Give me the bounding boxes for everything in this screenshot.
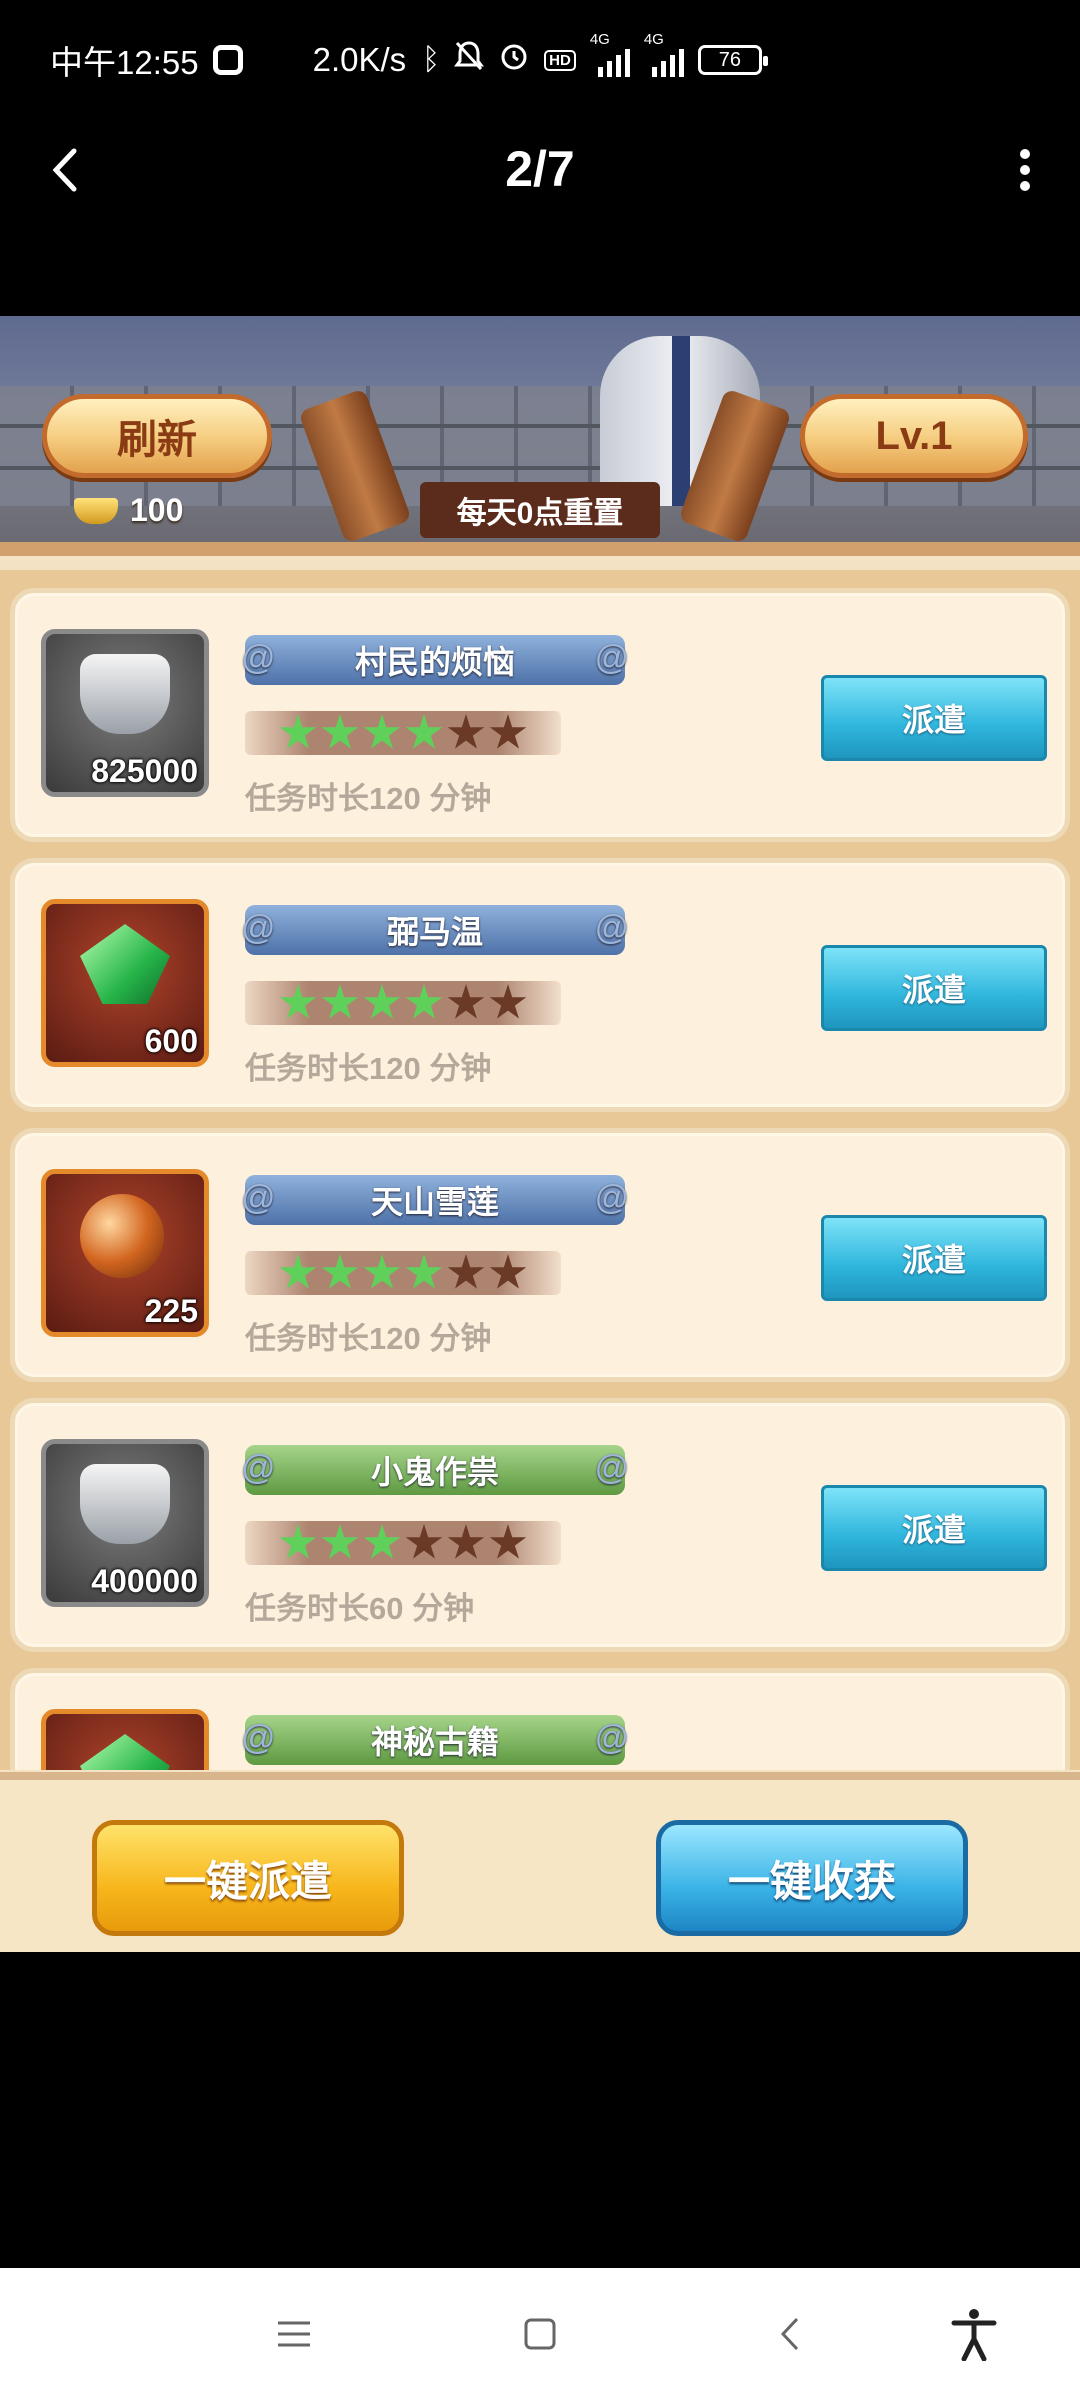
menu-button[interactable] bbox=[264, 2304, 324, 2364]
task-list[interactable]: 825000村民的烦恼任务时长120 分钟派遣600弼马温任务时长120 分钟派… bbox=[0, 570, 1080, 1770]
orb-icon bbox=[80, 1194, 164, 1278]
home-button[interactable] bbox=[510, 2304, 570, 2364]
star-icon bbox=[447, 714, 485, 749]
signal-icon-2: 4G bbox=[644, 31, 684, 77]
task-card: 825000 村民的烦恼任务时长120 分钟 派遣 bbox=[10, 588, 1070, 842]
star-icon bbox=[321, 984, 359, 1019]
star-icon bbox=[447, 1254, 485, 1289]
task-title: 弼马温 bbox=[241, 905, 629, 955]
more-options-button[interactable] bbox=[1000, 145, 1050, 195]
reward-count: 400000 bbox=[91, 1563, 198, 1599]
gold-amount: 100 bbox=[130, 492, 184, 528]
menu-icon bbox=[278, 2321, 310, 2347]
star-icon bbox=[447, 984, 485, 1019]
difficulty-stars bbox=[245, 981, 561, 1025]
task-card: 225 天山雪莲任务时长120 分钟 派遣 bbox=[10, 1128, 1070, 1382]
reward-item[interactable]: 600 bbox=[41, 899, 209, 1067]
reset-notice: 每天0点重置 bbox=[420, 482, 660, 538]
difficulty-stars bbox=[245, 711, 561, 755]
home-square-icon bbox=[524, 2318, 556, 2350]
star-icon bbox=[405, 714, 443, 749]
reward-item[interactable] bbox=[41, 1709, 209, 1770]
status-time: 中午12:55 bbox=[50, 44, 199, 81]
status-icons: ᛒ HD 4G 4G 76 bbox=[422, 31, 768, 80]
star-icon bbox=[489, 1254, 527, 1289]
task-card: 神秘古籍 bbox=[10, 1668, 1070, 1770]
jade-gem-icon bbox=[80, 1734, 170, 1770]
system-nav-bar bbox=[0, 2268, 1080, 2400]
nav-back-button[interactable] bbox=[760, 2304, 820, 2364]
gold-ingot-icon bbox=[74, 497, 118, 524]
reward-count: 825000 bbox=[91, 753, 198, 789]
reward-item[interactable]: 825000 bbox=[41, 629, 209, 797]
star-icon bbox=[363, 1524, 401, 1559]
task-title: 神秘古籍 bbox=[241, 1715, 629, 1765]
task-title: 天山雪莲 bbox=[241, 1175, 629, 1225]
level-button[interactable]: Lv.1 bbox=[800, 394, 1028, 478]
task-duration: 任务时长120 分钟 bbox=[245, 1051, 492, 1086]
task-card: 400000 小鬼作祟任务时长60 分钟 派遣 bbox=[10, 1398, 1070, 1652]
bottom-action-bar: 一键派遣 一键收获 bbox=[0, 1772, 1080, 1952]
collect-all-button[interactable]: 一键收获 bbox=[656, 1820, 968, 1936]
star-icon bbox=[279, 1524, 317, 1559]
bluetooth-icon: ᛒ bbox=[422, 43, 441, 76]
accessibility-icon bbox=[951, 2309, 997, 2361]
signal-icon: 4G bbox=[590, 31, 630, 77]
jade-gem-icon bbox=[80, 924, 170, 1004]
reward-count: 600 bbox=[144, 1023, 198, 1059]
more-vertical-icon bbox=[1020, 149, 1030, 191]
star-icon bbox=[363, 714, 401, 749]
star-icon bbox=[405, 1254, 443, 1289]
star-icon bbox=[363, 1254, 401, 1289]
reward-item[interactable]: 225 bbox=[41, 1169, 209, 1337]
dispatch-button[interactable]: 派遣 bbox=[821, 1215, 1047, 1301]
star-icon bbox=[489, 984, 527, 1019]
hd-icon: HD bbox=[544, 49, 576, 71]
dispatch-button[interactable]: 派遣 bbox=[821, 1485, 1047, 1571]
reward-item[interactable]: 400000 bbox=[41, 1439, 209, 1607]
task-duration: 任务时长120 分钟 bbox=[245, 1321, 492, 1356]
refresh-button[interactable]: 刷新 bbox=[42, 394, 272, 478]
page-counter: 2/7 bbox=[505, 141, 575, 197]
task-duration: 任务时长60 分钟 bbox=[245, 1591, 475, 1626]
star-icon bbox=[489, 714, 527, 749]
star-icon bbox=[279, 1254, 317, 1289]
star-icon bbox=[321, 714, 359, 749]
notification-dot-icon bbox=[212, 45, 243, 75]
dispatch-button[interactable]: 派遣 bbox=[821, 945, 1047, 1031]
network-speed: 2.0K/s bbox=[312, 41, 407, 78]
status-bar: 中午12:55 2.0K/s ᛒ HD 4G 4G 76 bbox=[0, 0, 1080, 120]
star-icon bbox=[447, 1524, 485, 1559]
task-title: 村民的烦恼 bbox=[241, 635, 629, 685]
star-icon bbox=[489, 1524, 527, 1559]
star-icon bbox=[279, 714, 317, 749]
alarm-icon bbox=[498, 40, 530, 80]
difficulty-stars bbox=[245, 1251, 561, 1295]
silver-ingot-icon bbox=[80, 1464, 170, 1544]
star-icon bbox=[279, 984, 317, 1019]
dispatch-banner: 刷新 Lv.1 100 每天0点重置 bbox=[0, 316, 1080, 556]
top-nav: 2/7 bbox=[0, 120, 1080, 220]
silver-ingot-icon bbox=[80, 654, 170, 734]
star-icon bbox=[405, 984, 443, 1019]
dispatch-all-button[interactable]: 一键派遣 bbox=[92, 1820, 404, 1936]
task-card: 600 弼马温任务时长120 分钟 派遣 bbox=[10, 858, 1070, 1112]
difficulty-stars bbox=[245, 1521, 561, 1565]
star-icon bbox=[405, 1524, 443, 1559]
star-icon bbox=[363, 984, 401, 1019]
star-icon bbox=[321, 1254, 359, 1289]
mute-bell-icon bbox=[454, 40, 485, 80]
gold-counter: 100 bbox=[74, 492, 183, 529]
back-arrow-icon bbox=[780, 2317, 799, 2351]
game-screen: 刷新 Lv.1 100 每天0点重置 825000 村民的烦恼任务时长120 分钟… bbox=[0, 316, 1080, 1952]
task-duration: 任务时长120 分钟 bbox=[245, 781, 492, 816]
battery-icon: 76 bbox=[697, 45, 768, 75]
reward-count: 225 bbox=[144, 1293, 198, 1329]
star-icon bbox=[321, 1524, 359, 1559]
task-title: 小鬼作祟 bbox=[241, 1445, 629, 1495]
dispatch-button[interactable]: 派遣 bbox=[821, 675, 1047, 761]
accessibility-button[interactable] bbox=[944, 2304, 1004, 2364]
